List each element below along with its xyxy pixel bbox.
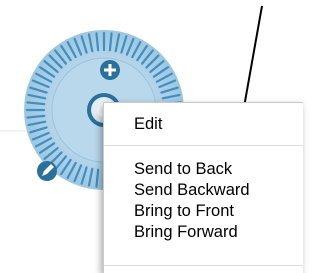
plus-icon[interactable] [100,60,120,80]
pencil-icon[interactable] [37,161,57,181]
menu-separator [104,265,303,266]
menu-item-send-backward[interactable]: Send Backward [134,180,250,200]
menu-item-edit[interactable]: Edit [134,114,162,134]
menu-item-bring-forward[interactable]: Bring Forward [134,222,238,242]
menu-separator [104,145,303,146]
screenshot-canvas: Edit Send to Back Send Backward Bring to… [0,0,303,273]
menu-item-send-to-back[interactable]: Send to Back [134,159,232,179]
context-menu: Edit Send to Back Send Backward Bring to… [103,102,303,273]
menu-item-bring-to-front[interactable]: Bring to Front [134,201,234,221]
